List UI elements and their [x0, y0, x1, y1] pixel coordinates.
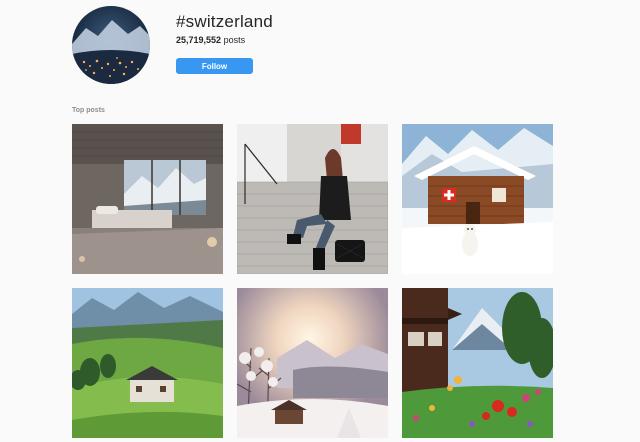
post-modern-bedroom-mountain-view[interactable] [72, 124, 223, 274]
post-count-suffix: posts [223, 35, 246, 45]
hashtag-title: #switzerland [176, 12, 273, 31]
post-count: 25,719,552 posts [176, 35, 245, 45]
post-count-number: 25,719,552 [176, 35, 222, 45]
hashtag-header: #switzerland 25,719,552 posts Follow [72, 6, 572, 86]
hashtag-avatar [72, 6, 150, 84]
post-swiss-chalet-snow[interactable] [402, 124, 553, 274]
follow-button[interactable]: Follow [176, 58, 253, 74]
post-snowy-sunset-valley[interactable] [237, 288, 388, 438]
post-chalet-flower-garden[interactable] [402, 288, 553, 438]
top-posts-label: Top posts [72, 107, 105, 114]
post-green-valley-hut[interactable] [72, 288, 223, 438]
post-woman-on-stairs[interactable] [237, 124, 388, 274]
